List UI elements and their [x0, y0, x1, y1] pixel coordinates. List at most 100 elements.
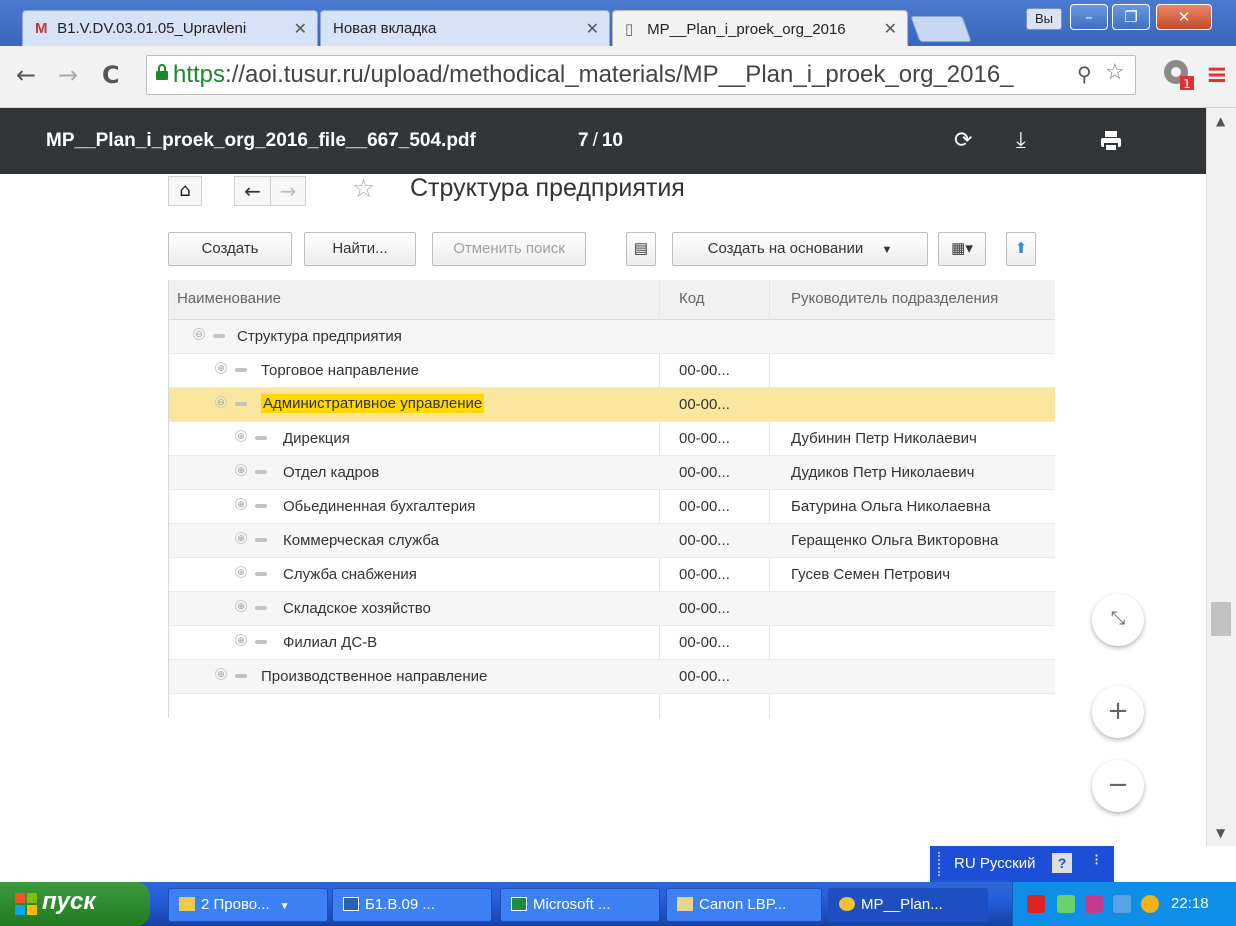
new-tab-button[interactable]	[910, 16, 972, 42]
col-head-header[interactable]: Руководитель подразделения	[791, 290, 998, 307]
security-icon[interactable]	[1085, 895, 1103, 913]
scroll-down-icon[interactable]: ▼	[1216, 826, 1225, 840]
expand-icon[interactable]: ⊕	[235, 532, 247, 544]
taskbar-item-printer[interactable]: Canon LBP...	[666, 888, 822, 922]
row-head: Батурина Ольга Николаевна	[791, 498, 991, 515]
col-name-header[interactable]: Наименование	[177, 290, 281, 307]
chevron-down-icon: ▼	[279, 901, 290, 912]
options-icon[interactable]: ⁝	[1094, 850, 1099, 870]
bookmark-star-icon[interactable]: ☆	[1105, 60, 1125, 85]
list-icon[interactable]: ▤	[626, 232, 656, 266]
row-name: Дирекция	[283, 430, 350, 447]
row-head: Геращенко Ольга Викторовна	[791, 532, 999, 549]
row-name: Производственное направление	[261, 668, 488, 685]
create-button[interactable]: Создать	[168, 232, 292, 266]
page-icon: ▯	[625, 21, 634, 38]
start-button[interactable]: пуск	[0, 882, 150, 926]
table-row[interactable]: ⊕ Служба снабжения 00-00... Гусев Семен …	[169, 558, 1055, 592]
print-icon[interactable]	[1100, 130, 1122, 152]
find-button[interactable]: Найти...	[304, 232, 416, 266]
expand-icon[interactable]: ⊕	[235, 634, 247, 646]
home-icon[interactable]: ⌂	[168, 176, 202, 206]
table-row[interactable]: ⊕ Складское хозяйство 00-00...	[169, 592, 1055, 626]
tab-2[interactable]: Новая вкладка ✕	[320, 10, 610, 46]
antivirus-icon[interactable]	[1027, 895, 1045, 913]
maximize-button[interactable]: ❐	[1112, 4, 1150, 30]
close-window-button[interactable]: ✕	[1156, 4, 1212, 30]
expand-icon[interactable]: ⊕	[235, 430, 247, 442]
report-dropdown-icon[interactable]: ▦▾	[938, 232, 986, 266]
tab-1-close-icon[interactable]: ✕	[294, 19, 307, 39]
system-tray: 22:18	[1012, 882, 1236, 926]
taskbar-item-chrome[interactable]: MP__Plan...	[828, 888, 988, 922]
menu-icon[interactable]: ≡	[1206, 60, 1228, 90]
reload-icon[interactable]: C	[102, 61, 120, 89]
table-row[interactable]: ⊕ Филиал ДС-В 00-00...	[169, 626, 1055, 660]
nav-back-icon[interactable]: ←	[234, 176, 270, 206]
row-name: Коммерческая служба	[283, 532, 439, 549]
rotate-icon[interactable]: ⟳	[954, 128, 972, 153]
expand-icon[interactable]: ⊕	[215, 668, 227, 680]
table-row[interactable]: ⊕ Обьединенная бухгалтерия 00-00... Бату…	[169, 490, 1055, 524]
taskbar: пуск 2 Прово... ▼ Б1.В.09 ... Microsoft .…	[0, 882, 1236, 926]
network-icon[interactable]	[1057, 895, 1075, 913]
fit-page-button[interactable]: ⤡	[1092, 594, 1144, 646]
scroll-up-icon[interactable]: ▲	[1216, 114, 1225, 128]
row-head: Дубинин Петр Николаевич	[791, 430, 977, 447]
pdf-page: ⌂ ← → ☆ Структура предприятия Создать На…	[160, 174, 1060, 734]
tab-3-close-icon[interactable]: ✕	[884, 19, 897, 39]
update-icon[interactable]	[1113, 895, 1131, 913]
table-row[interactable]: ⊕ Торговое направление 00-00...	[169, 354, 1055, 388]
tab-1[interactable]: M B1.V.DV.03.01.05_Upravleni ✕	[22, 10, 318, 46]
taskbar-item-explorer[interactable]: 2 Прово... ▼	[168, 888, 328, 922]
row-name: Филиал ДС-В	[283, 634, 378, 651]
grip-handle[interactable]	[938, 852, 941, 876]
tab-3-active[interactable]: ▯ MP__Plan_i_proek_org_2016 ✕	[612, 10, 908, 46]
table-row-selected[interactable]: ⊖ Административное управление 00-00...	[169, 388, 1055, 422]
row-code: 00-00...	[679, 668, 730, 685]
favorite-star-icon[interactable]: ☆	[352, 174, 375, 204]
table-row[interactable]: ⊖ Структура предприятия	[169, 320, 1055, 354]
taskbar-item-excel[interactable]: Microsoft ...	[500, 888, 660, 922]
page-indicator: 7/10	[578, 130, 623, 152]
download-icon[interactable]: ⤓	[1016, 128, 1026, 153]
zoom-icon[interactable]: ⚲	[1077, 62, 1092, 86]
vertical-scrollbar[interactable]: ▲ ▼	[1206, 108, 1236, 846]
forward-arrow-icon[interactable]: →	[58, 61, 78, 89]
collapse-icon[interactable]: ⊖	[215, 396, 227, 408]
zoom-out-button[interactable]: −	[1092, 760, 1144, 812]
expand-icon[interactable]: ⊕	[235, 566, 247, 578]
table-row[interactable]: ⊕ Отдел кадров 00-00... Дудиков Петр Ник…	[169, 456, 1055, 490]
cancel-search-button[interactable]: Отменить поиск	[432, 232, 586, 266]
notification-icon[interactable]	[1141, 895, 1159, 913]
url-input[interactable]: https://aoi.tusur.ru/upload/methodical_m…	[146, 55, 1136, 95]
extension-icon[interactable]: 1	[1160, 56, 1196, 92]
col-code-header[interactable]: Код	[679, 290, 705, 307]
tab-2-close-icon[interactable]: ✕	[586, 19, 599, 39]
back-arrow-icon[interactable]: ←	[16, 61, 36, 89]
table-row[interactable]: ⊕ Дирекция 00-00... Дубинин Петр Николае…	[169, 422, 1055, 456]
minimize-button[interactable]: –	[1070, 4, 1108, 30]
language-bar[interactable]: RU Русский ? ⁝	[930, 846, 1114, 882]
page-current[interactable]: 7	[578, 130, 589, 151]
zoom-in-button[interactable]: +	[1092, 686, 1144, 738]
collapse-icon[interactable]: ⊖	[193, 328, 205, 340]
nav-forward-icon[interactable]: →	[270, 176, 306, 206]
help-icon[interactable]: ?	[1052, 853, 1072, 873]
row-code: 00-00...	[679, 430, 730, 447]
clock[interactable]: 22:18	[1171, 895, 1209, 912]
scroll-thumb[interactable]	[1211, 602, 1231, 636]
row-name: Отдел кадров	[283, 464, 380, 481]
expand-icon[interactable]: ⊕	[215, 362, 227, 374]
taskbar-item-word[interactable]: Б1.В.09 ...	[332, 888, 492, 922]
expand-icon[interactable]: ⊕	[235, 464, 247, 476]
expand-icon[interactable]: ⊕	[235, 498, 247, 510]
create-based-button[interactable]: Создать на основании ▼	[672, 232, 928, 266]
profile-badge[interactable]: Вы	[1026, 8, 1062, 30]
up-level-icon[interactable]: ⬆	[1006, 232, 1036, 266]
expand-icon[interactable]: ⊕	[235, 600, 247, 612]
row-code: 00-00...	[679, 634, 730, 651]
table-row[interactable]: ⊕ Коммерческая служба 00-00... Геращенко…	[169, 524, 1055, 558]
table-row[interactable]: ⊕ Производственное направление 00-00...	[169, 660, 1055, 694]
row-name: Торговое направление	[261, 362, 419, 379]
